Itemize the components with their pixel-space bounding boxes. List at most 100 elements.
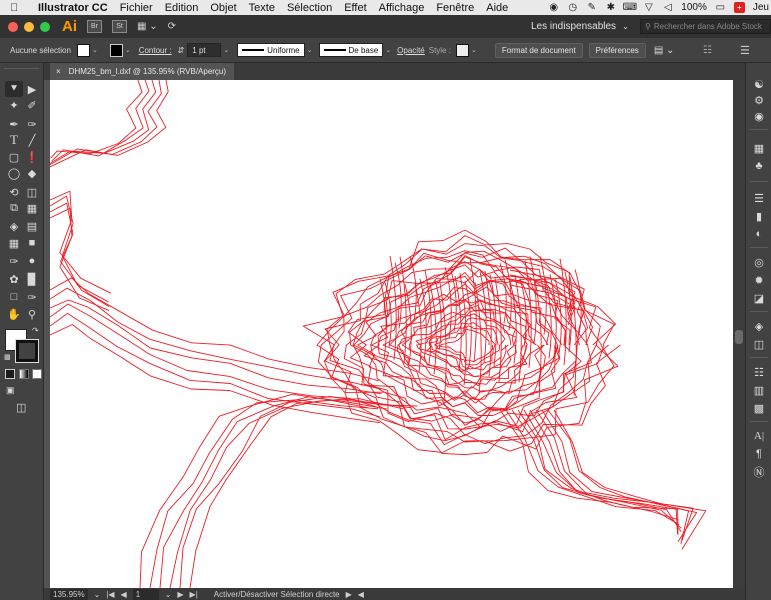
slope-contour-line[interactable] [50, 190, 112, 294]
zoom-window-button[interactable] [40, 21, 50, 32]
minimize-window-button[interactable] [24, 21, 34, 32]
variable-width-profile[interactable]: Uniforme [237, 43, 305, 57]
battery-icon[interactable]: ▭ [715, 2, 726, 13]
massif-contour-line[interactable] [326, 243, 615, 443]
chevron-down-icon[interactable]: ⌄ [385, 46, 391, 54]
status-menu-arrow-icon[interactable]: ▶ [346, 590, 352, 599]
close-icon[interactable]: × [56, 67, 61, 76]
screen-mode-icon[interactable]: ◫ [16, 401, 26, 414]
default-colors-icon[interactable]: ▩ [4, 353, 11, 361]
type-icon[interactable]: T [5, 132, 23, 148]
first-artboard-icon[interactable]: |◀ [106, 590, 114, 599]
bluetooth-icon[interactable]: ✱ [605, 2, 616, 13]
keyboard-icon[interactable]: ⌨ [623, 2, 637, 13]
chevron-down-icon[interactable]: ⌄ [92, 46, 98, 54]
align-options-icon[interactable]: ▤ ⌄ [654, 45, 675, 56]
stock-button[interactable]: St [112, 20, 127, 33]
contour-lines-artwork[interactable] [50, 80, 734, 588]
properties-icon[interactable]: ⚙ [751, 93, 767, 107]
transparency-icon[interactable]: ✹ [751, 273, 767, 287]
document-setup-button[interactable]: Format de document [494, 42, 583, 58]
eraser-icon[interactable]: ◆ [23, 165, 41, 181]
direct-selection-tool-icon[interactable]: ▶ [23, 81, 41, 97]
menu-aide[interactable]: Aide [486, 2, 508, 14]
outflow-contour-line[interactable] [553, 409, 707, 550]
menu-fichier[interactable]: Fichier [120, 2, 153, 14]
ridge-contour-line[interactable] [50, 277, 379, 382]
menu-selection[interactable]: Sélection [287, 2, 332, 14]
layers-icon[interactable]: ◉ [751, 109, 767, 123]
valley-contour-line[interactable] [51, 80, 150, 162]
lower-contour-line[interactable] [169, 398, 404, 588]
glyphs-icon[interactable]: Ⓝ [751, 465, 767, 479]
graph-icon[interactable]: ▉ [23, 271, 41, 287]
menu-edition[interactable]: Edition [165, 2, 199, 14]
align-icon[interactable]: ◫ [751, 337, 767, 351]
perspective-icon[interactable]: ▤ [23, 218, 41, 234]
hand-icon[interactable]: ✋ [5, 306, 23, 322]
artboard-icon[interactable]: □ [5, 289, 23, 305]
symbol-sprayer-icon[interactable]: ✿ [5, 271, 23, 287]
lower-contour-line[interactable] [179, 396, 411, 589]
pen-tray-icon[interactable]: ✎ [586, 2, 597, 13]
color-mode-icon[interactable] [5, 369, 15, 379]
paragraph-icon[interactable]: ¶ [751, 447, 767, 461]
steep-slope-line[interactable] [454, 275, 462, 371]
chevron-down-icon[interactable]: ⌄ [125, 46, 131, 54]
stroke-color-box[interactable] [15, 339, 39, 363]
appearance-icon[interactable]: ◪ [751, 291, 767, 305]
brushes-icon[interactable]: ☰ [751, 191, 767, 205]
menu-affichage[interactable]: Affichage [379, 2, 425, 14]
libraries-icon[interactable]: ☯ [751, 77, 767, 91]
fill-swatch[interactable] [76, 43, 90, 57]
swatches-icon[interactable]: ♣ [751, 159, 767, 173]
massif-contour-line[interactable] [389, 294, 544, 400]
mesh-icon[interactable]: ▦ [5, 235, 23, 251]
workspace-switcher[interactable]: Les indispensables ⌄ [531, 19, 631, 34]
lower-contour-line[interactable] [189, 398, 418, 588]
drawing-mode-icon[interactable]: ▣ [6, 385, 15, 396]
paintbrush-icon[interactable]: ❗ [23, 149, 41, 165]
magic-wand-icon[interactable]: ✦ [5, 97, 23, 113]
valley-contour-line[interactable] [50, 80, 157, 164]
document-tab[interactable]: × DHM25_bm_l.dxf @ 135.95% (RVB/Aperçu) [50, 63, 235, 80]
opentype-icon[interactable]: ▩ [751, 401, 767, 415]
color-icon[interactable]: ▦ [751, 141, 767, 155]
swap-fill-stroke-icon[interactable]: ↷ [32, 326, 39, 335]
slope-contour-line[interactable] [50, 202, 110, 307]
line-icon[interactable]: ╱ [23, 132, 41, 148]
stroke-swatch[interactable] [109, 43, 123, 57]
lasso-icon[interactable]: ✐ [23, 97, 41, 113]
artboard[interactable] [50, 80, 734, 588]
next-artboard-icon[interactable]: ▶ [177, 590, 183, 599]
prev-artboard-icon[interactable]: ◀ [121, 590, 127, 599]
stroke-weight-field[interactable]: 1 pt [187, 43, 222, 57]
menu-fenetre[interactable]: Fenêtre [436, 2, 474, 14]
zoom-icon[interactable]: ⚲ [23, 306, 41, 322]
chevron-down-icon[interactable]: ⌄ [307, 46, 313, 54]
panel-grip[interactable] [4, 63, 39, 69]
menu-texte[interactable]: Texte [249, 2, 275, 14]
chevron-down-icon[interactable]: ⌄ [471, 46, 477, 54]
gpu-performance-icon[interactable]: ⟳ [168, 21, 176, 32]
scroll-thumb[interactable] [735, 330, 743, 344]
gradient-mode-icon[interactable] [19, 369, 29, 379]
vertical-scrollbar[interactable] [733, 80, 745, 588]
graphic-style-swatch[interactable] [455, 43, 469, 57]
stock-search-field[interactable]: ⚲ Rechercher dans Adobe Stock [640, 19, 771, 34]
chevron-down-icon[interactable]: ⌄ [223, 46, 229, 54]
scroll-left-icon[interactable]: ◀ [358, 590, 364, 599]
menu-icon[interactable]: ☰ [740, 44, 750, 57]
outflow-contour-line[interactable] [529, 409, 679, 535]
width-icon[interactable]: ⧉ [5, 200, 23, 216]
canvas-area[interactable] [44, 80, 745, 588]
app-menu[interactable]: Illustrator CC [38, 2, 108, 14]
symbols-icon[interactable]: ▮ [751, 209, 767, 223]
chevron-down-icon[interactable]: ⌄ [165, 590, 172, 599]
transform-icon[interactable]: ▥ [751, 383, 767, 397]
last-artboard-icon[interactable]: ▶| [190, 590, 198, 599]
time-machine-icon[interactable]: ◷ [567, 2, 578, 13]
graphic-styles-icon[interactable]: ◈ [751, 319, 767, 333]
chevron-down-icon[interactable]: ⌄ [94, 590, 101, 599]
outflow-contour-line[interactable] [535, 409, 690, 542]
